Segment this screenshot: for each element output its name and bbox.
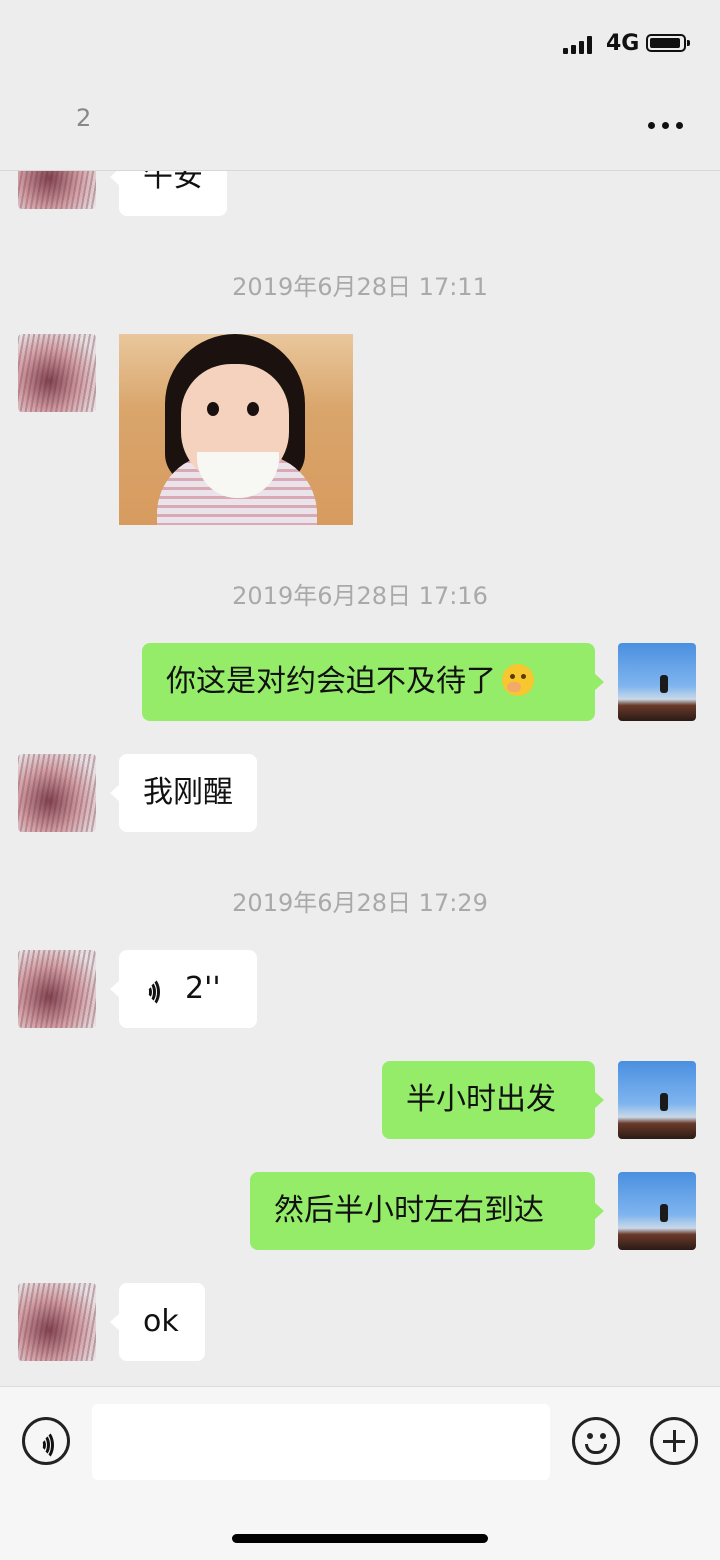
message-input[interactable] bbox=[92, 1404, 550, 1480]
timestamp: 2019年6月28日 17:29 bbox=[232, 889, 488, 917]
signal-icon bbox=[563, 36, 599, 54]
emoji-button[interactable] bbox=[572, 1417, 620, 1465]
timestamp: 2019年6月28日 17:11 bbox=[232, 273, 488, 301]
voice-icon bbox=[145, 977, 167, 1007]
message-bubble[interactable]: 我刚醒 bbox=[110, 754, 257, 832]
plus-button[interactable] bbox=[650, 1417, 698, 1465]
timestamp: 2019年6月28日 17:16 bbox=[232, 582, 488, 610]
voice-message[interactable]: 2'' bbox=[110, 950, 257, 1028]
contact-avatar[interactable] bbox=[18, 754, 96, 832]
voice-duration: 2'' bbox=[185, 971, 221, 1006]
wechat-chat-screen: 4G 2 午安 2019年6月28日 17:11 2019年6月28日 17:1… bbox=[0, 0, 720, 1560]
voice-input-button[interactable] bbox=[22, 1417, 70, 1465]
self-avatar[interactable] bbox=[618, 1172, 696, 1250]
message-bubble[interactable]: 午安 bbox=[110, 171, 227, 216]
home-indicator bbox=[232, 1534, 488, 1543]
message-text: 你这是对约会迫不及待了 bbox=[166, 664, 496, 699]
message-bubble[interactable]: 然后半小时左右到达 bbox=[250, 1172, 604, 1250]
network-type: 4G bbox=[606, 31, 640, 56]
contact-avatar[interactable] bbox=[18, 171, 96, 209]
status-bar: 4G bbox=[0, 0, 720, 88]
emoji-icon bbox=[587, 1433, 593, 1439]
battery-icon bbox=[646, 34, 690, 52]
back-button[interactable]: 2 bbox=[76, 104, 91, 132]
message-bubble[interactable]: ok bbox=[110, 1283, 205, 1361]
image-message[interactable] bbox=[119, 334, 353, 525]
message-bubble[interactable]: 你这是对约会迫不及待了 bbox=[142, 643, 604, 721]
self-avatar[interactable] bbox=[618, 643, 696, 721]
contact-avatar[interactable] bbox=[18, 1283, 96, 1361]
contact-avatar[interactable] bbox=[18, 334, 96, 412]
nav-bar: 2 bbox=[0, 88, 720, 171]
message-list[interactable]: 午安 2019年6月28日 17:11 2019年6月28日 17:16 你这是… bbox=[0, 171, 720, 1386]
voice-icon bbox=[39, 1430, 61, 1460]
more-icon[interactable] bbox=[648, 122, 684, 132]
contact-avatar[interactable] bbox=[18, 950, 96, 1028]
self-avatar[interactable] bbox=[618, 1061, 696, 1139]
message-bubble[interactable]: 半小时出发 bbox=[382, 1061, 604, 1139]
shy-face-emoji-icon bbox=[502, 663, 534, 696]
